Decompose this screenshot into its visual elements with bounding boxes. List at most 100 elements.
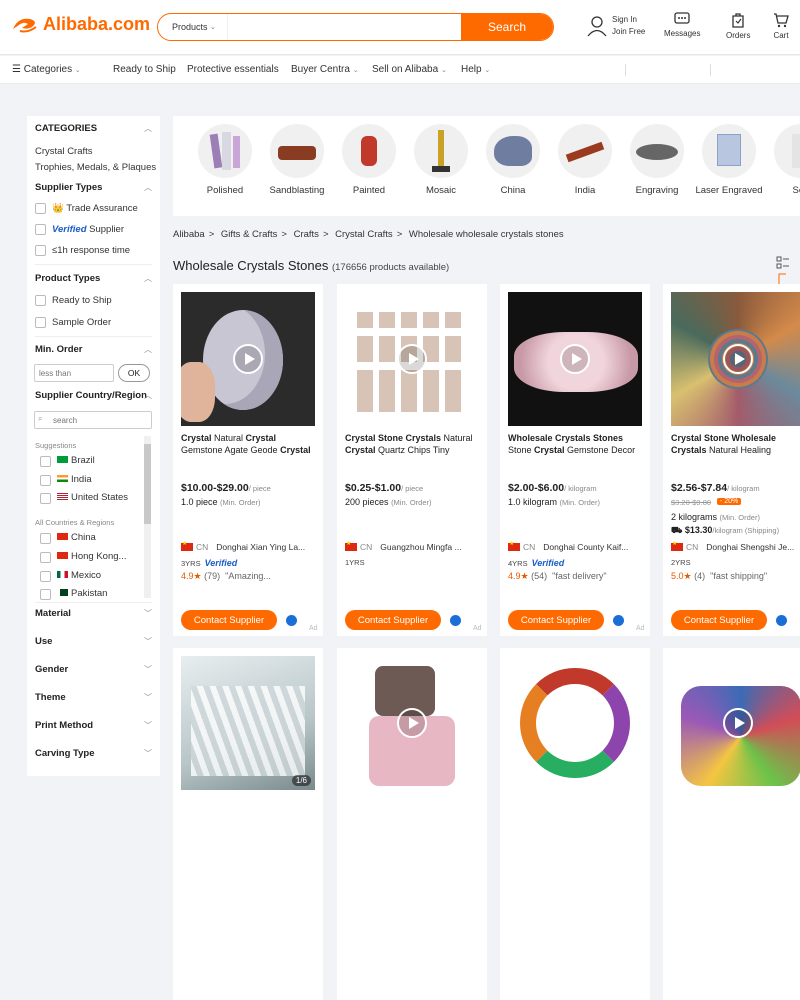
country-checkbox-brazil[interactable] xyxy=(40,456,51,467)
filter-print-method[interactable]: Print Method xyxy=(35,720,93,731)
chat-icon[interactable] xyxy=(613,615,624,626)
min-order-input[interactable] xyxy=(34,364,114,382)
product-card[interactable] xyxy=(500,648,650,1000)
chevron-down-icon[interactable]: ﹀ xyxy=(144,608,152,619)
min-order-ok-button[interactable]: OK xyxy=(118,364,150,382)
chevron-down-icon[interactable]: ﹀ xyxy=(144,692,152,703)
chat-icon[interactable] xyxy=(776,615,787,626)
chat-icon[interactable] xyxy=(286,615,297,626)
sample-order-checkbox[interactable] xyxy=(35,317,46,328)
categories-menu[interactable]: ☰ Categories ⌄ xyxy=(12,64,81,75)
product-image[interactable]: 1/6 xyxy=(181,656,315,790)
play-icon[interactable] xyxy=(723,708,753,738)
category-sandblasting[interactable]: Sandblasting xyxy=(261,124,333,197)
messages-link[interactable]: Messages xyxy=(664,12,700,38)
country-checkbox-china[interactable] xyxy=(40,533,51,544)
play-icon[interactable] xyxy=(233,344,263,374)
supplier-info[interactable]: CNGuangzhou Mingfa ... xyxy=(345,540,462,552)
product-title[interactable]: Crystal Stone Wholesale Crystals Natural… xyxy=(671,432,800,458)
country-list-scrollbar[interactable] xyxy=(144,436,151,598)
supplier-info[interactable]: CNDonghai Shengshi Je... xyxy=(671,540,794,552)
filter-theme[interactable]: Theme xyxy=(35,692,66,703)
nav-sell-on-alibaba[interactable]: Sell on Alibaba ⌄ xyxy=(372,64,447,75)
breadcrumb-item[interactable]: Crystal Crafts xyxy=(335,229,393,240)
breadcrumb-item[interactable]: Crafts xyxy=(294,229,319,240)
category-engraving[interactable]: Engraving xyxy=(621,124,693,197)
search-button[interactable]: Search xyxy=(461,14,553,40)
contact-supplier-button[interactable]: Contact Supplier xyxy=(671,610,767,630)
orders-link[interactable]: Orders xyxy=(726,12,750,40)
scrollbar-thumb[interactable] xyxy=(144,444,151,524)
chevron-down-icon[interactable]: ﹀ xyxy=(144,720,152,731)
category-link[interactable]: Crystal Crafts xyxy=(35,146,93,157)
alibaba-logo[interactable]: Alibaba.com xyxy=(10,14,150,35)
search-input[interactable] xyxy=(228,14,461,40)
product-image[interactable] xyxy=(345,656,479,790)
product-image[interactable] xyxy=(671,292,800,426)
product-image[interactable] xyxy=(508,656,642,790)
country-checkbox-hong-kong[interactable] xyxy=(40,552,51,563)
product-title[interactable]: Wholesale Crystals Stones Stone Crystal … xyxy=(508,432,644,458)
category-sou[interactable]: Sou xyxy=(765,124,800,197)
trade-assurance-checkbox[interactable] xyxy=(35,203,46,214)
category-mosaic[interactable]: Mosaic xyxy=(405,124,477,197)
ready-to-ship-checkbox[interactable] xyxy=(35,295,46,306)
nav-help[interactable]: Help ⌄ xyxy=(461,64,490,75)
country-checkbox-mexico[interactable] xyxy=(40,571,51,582)
play-icon[interactable] xyxy=(560,344,590,374)
category-link[interactable]: Trophies, Medals, & Plaques xyxy=(35,162,156,173)
category-polished[interactable]: Polished xyxy=(189,124,261,197)
product-card[interactable] xyxy=(337,648,487,1000)
chevron-up-icon[interactable]: ︿ xyxy=(144,344,152,355)
chevron-up-icon[interactable]: ︿ xyxy=(144,182,152,193)
nav-buyer-central[interactable]: Buyer Centra ⌄ xyxy=(291,64,359,75)
supplier-info[interactable]: CNDonghai County Kaif... xyxy=(508,540,628,552)
product-card[interactable]: 1/6 xyxy=(173,648,323,1000)
nav-ready-to-ship[interactable]: Ready to Ship xyxy=(113,64,176,75)
product-image[interactable] xyxy=(345,292,479,426)
filter-use[interactable]: Use xyxy=(35,636,52,647)
product-title[interactable]: Crystal Stone Crystals Natural Crystal Q… xyxy=(345,432,481,458)
filter-material[interactable]: Material xyxy=(35,608,71,619)
breadcrumb-item[interactable]: Alibaba xyxy=(173,229,205,240)
product-card[interactable]: Crystal Stone Wholesale Crystals Natural… xyxy=(663,284,800,636)
category-painted[interactable]: Painted xyxy=(333,124,405,197)
category-laser-engraved[interactable]: Laser Engraved xyxy=(693,124,765,197)
country-search-input[interactable] xyxy=(34,411,152,429)
chevron-up-icon[interactable]: ︿ xyxy=(144,123,152,134)
country-checkbox-india[interactable] xyxy=(40,475,51,486)
supplier-info[interactable]: CNDonghai Xian Ying La... xyxy=(181,540,305,552)
product-card[interactable]: Crystal Stone Crystals Natural Crystal Q… xyxy=(337,284,487,636)
chevron-down-icon[interactable]: ﹀ xyxy=(144,664,152,675)
chevron-up-icon[interactable]: ︿ xyxy=(144,273,152,284)
breadcrumb-item[interactable]: Gifts & Crafts xyxy=(221,229,277,240)
product-image[interactable] xyxy=(671,656,800,790)
contact-supplier-button[interactable]: Contact Supplier xyxy=(345,610,441,630)
verified-supplier-checkbox[interactable] xyxy=(35,224,46,235)
chevron-up-icon[interactable]: ︿ xyxy=(144,390,152,401)
contact-supplier-button[interactable]: Contact Supplier xyxy=(508,610,604,630)
filter-gender[interactable]: Gender xyxy=(35,664,68,675)
category-china[interactable]: China xyxy=(477,124,549,197)
contact-supplier-button[interactable]: Contact Supplier xyxy=(181,610,277,630)
country-checkbox-pakistan[interactable] xyxy=(40,589,51,600)
filter-carving-type[interactable]: Carving Type xyxy=(35,748,94,759)
sign-in-link[interactable]: Sign In Join Free xyxy=(586,14,645,38)
product-image[interactable] xyxy=(181,292,315,426)
chevron-down-icon[interactable]: ﹀ xyxy=(144,636,152,647)
country-checkbox-united-states[interactable] xyxy=(40,493,51,504)
list-view-icon[interactable] xyxy=(776,256,790,270)
search-category-select[interactable]: Products ⌄ xyxy=(158,14,228,40)
product-card[interactable] xyxy=(663,648,800,1000)
category-india[interactable]: India xyxy=(549,124,621,197)
product-image[interactable] xyxy=(508,292,642,426)
product-title[interactable]: Crystal Natural Crystal Gemstone Agate G… xyxy=(181,432,317,458)
play-icon[interactable] xyxy=(397,708,427,738)
nav-protective-essentials[interactable]: Protective essentials xyxy=(187,64,279,75)
play-icon[interactable] xyxy=(723,344,753,374)
product-card[interactable]: Wholesale Crystals Stones Stone Crystal … xyxy=(500,284,650,636)
response-time-checkbox[interactable] xyxy=(35,245,46,256)
product-card[interactable]: Crystal Natural Crystal Gemstone Agate G… xyxy=(173,284,323,636)
chat-icon[interactable] xyxy=(450,615,461,626)
cart-link[interactable]: Cart xyxy=(773,12,789,40)
